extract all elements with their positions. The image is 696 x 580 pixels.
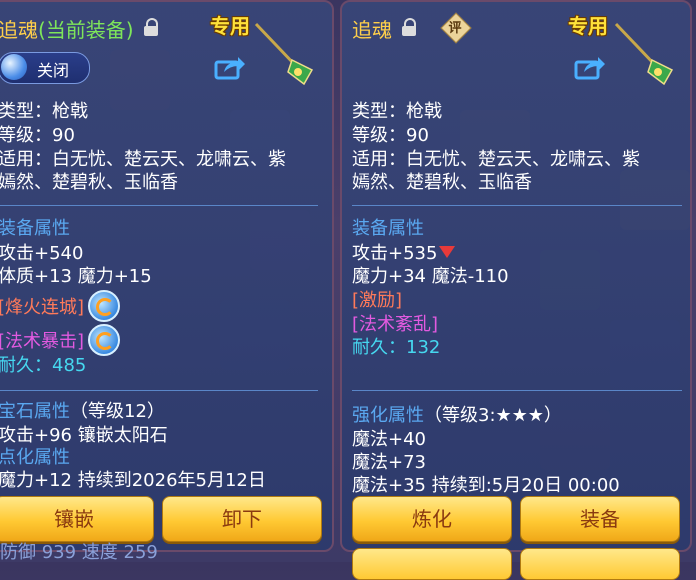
attack-stat: 攻击+540	[0, 243, 84, 264]
item-level: 等级：90	[0, 125, 75, 146]
divider	[0, 205, 318, 206]
item-title: 追魂	[352, 14, 392, 43]
evaluate-badge[interactable]: 评	[440, 12, 472, 44]
suitable-characters-line1: 适用：白无忧、楚云天、龙啸云、紫	[0, 149, 286, 170]
item-type: 类型：枪戟	[0, 101, 88, 122]
refresh-icon[interactable]	[88, 290, 120, 322]
toggle-label: 关闭	[37, 61, 70, 80]
background-stats-text: 防御 939 速度 259	[0, 542, 158, 563]
share-icon[interactable]	[214, 54, 246, 80]
durability-value: 132	[406, 337, 441, 358]
durability: 耐久：485	[0, 354, 86, 378]
spear-icon	[254, 22, 314, 86]
spear-icon	[614, 22, 674, 86]
item-name: 追魂	[0, 18, 38, 42]
exclusive-label: 专用	[210, 14, 250, 38]
gem-attributes-heading: 宝石属性	[0, 401, 70, 422]
strengthen-stat-1: 魔法+40	[352, 429, 426, 450]
attack-stat: 攻击+535	[352, 242, 456, 266]
equipment-attributes-heading: 装备属性	[0, 218, 70, 239]
divider	[352, 390, 682, 391]
durability-value: 485	[52, 355, 87, 376]
gem-level: （等级12）	[70, 401, 165, 422]
item-level: 等级：90	[352, 125, 429, 146]
equip-button[interactable]: 装备	[520, 496, 680, 542]
skill-fenghuo[interactable]: [烽火连城]	[0, 296, 84, 320]
extra-button[interactable]	[352, 548, 512, 580]
skill-spell-chaos[interactable]: [法术紊乱]	[352, 313, 438, 337]
skill-inspire[interactable]: [激励]	[352, 289, 402, 313]
strengthen-attributes: 强化属性（等级3:★★★）	[352, 404, 562, 428]
current-equipment-panel: 追魂(当前装备) 专用 关闭 类型：枪戟 等级：90 适用：白无忧、楚云天、龙啸…	[0, 0, 334, 552]
lock-icon[interactable]	[402, 18, 416, 36]
durability: 耐久：132	[352, 336, 440, 360]
compare-equipment-panel: 追魂 评 专用 类型：枪戟 等级：90 适用：白无忧、楚云天、龙啸云、紫 嫣然、…	[340, 0, 692, 552]
bonus-stats: 体质+13 魔力+15	[0, 266, 152, 287]
strengthen-attributes-heading: 强化属性	[352, 405, 424, 426]
item-name: 追魂	[352, 18, 392, 42]
suitable-characters-line2: 嫣然、楚碧秋、玉临香	[0, 172, 178, 193]
gem-stat: 攻击+96 镶嵌太阳石	[0, 425, 168, 446]
divider	[0, 390, 318, 391]
exclusive-label: 专用	[568, 14, 608, 38]
share-icon[interactable]	[574, 54, 606, 80]
item-type: 类型：枪戟	[352, 101, 442, 122]
durability-label: 耐久：	[352, 337, 406, 358]
lock-icon[interactable]	[144, 18, 158, 36]
attack-value: 攻击+535	[352, 243, 438, 264]
suitable-characters-line1: 适用：白无忧、楚云天、龙啸云、紫	[352, 149, 640, 170]
bonus-stats: 魔力+34 魔法-110	[352, 266, 509, 287]
toggle-switch[interactable]: 关闭	[0, 52, 90, 84]
gem-attributes: 宝石属性（等级12）	[0, 400, 165, 424]
enchant-stat: 魔力+12 持续到2026年5月12日	[0, 470, 266, 491]
divider	[352, 205, 682, 206]
extra-button[interactable]	[520, 548, 680, 580]
suitable-characters-line2: 嫣然、楚碧秋、玉临香	[352, 172, 532, 193]
inlay-button[interactable]: 镶嵌	[0, 496, 154, 542]
item-title: 追魂(当前装备)	[0, 14, 134, 43]
strengthen-stat-2: 魔法+73	[352, 452, 426, 473]
equipment-attributes-heading: 装备属性	[352, 218, 424, 239]
unequip-button[interactable]: 卸下	[162, 496, 322, 542]
refine-button[interactable]: 炼化	[352, 496, 512, 542]
strengthen-stat-3: 魔法+35 持续到:5月20日 00:00	[352, 475, 620, 496]
decrease-arrow-icon	[439, 246, 456, 258]
enchant-attributes-heading: 点化属性	[0, 447, 70, 468]
durability-label: 耐久：	[0, 355, 52, 376]
refresh-icon[interactable]	[88, 324, 120, 356]
strengthen-level: （等级3:★★★）	[424, 405, 562, 426]
evaluate-label: 评	[448, 21, 462, 36]
current-equipped-label: (当前装备)	[38, 18, 134, 42]
skill-spell-crit[interactable]: [法术暴击]	[0, 330, 84, 354]
toggle-knob	[1, 54, 27, 80]
